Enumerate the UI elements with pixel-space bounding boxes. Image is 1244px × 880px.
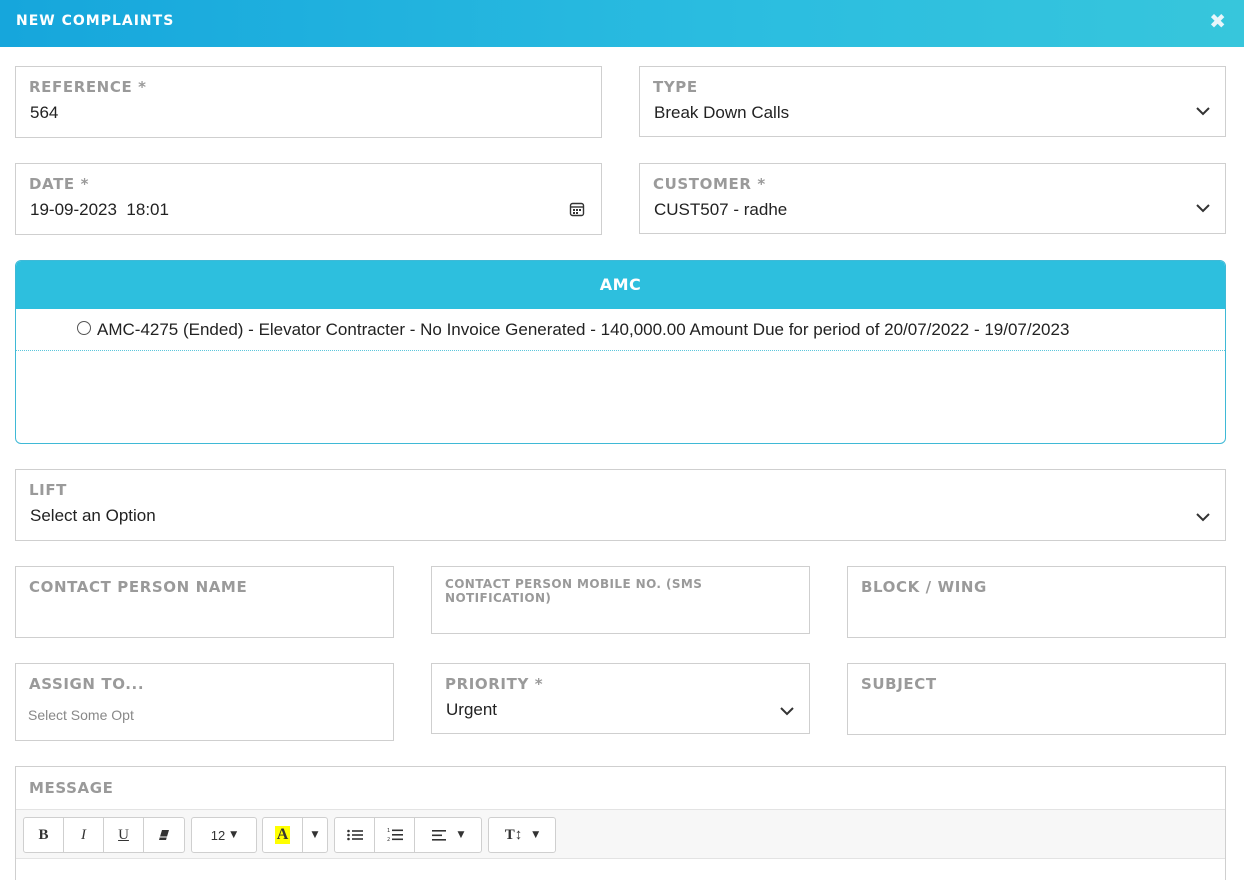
block-wing-field[interactable]: BLOCK / WING <box>847 566 1226 638</box>
bullet-list-icon <box>346 829 363 841</box>
highlight-dropdown[interactable]: ▼ <box>303 818 327 852</box>
chevron-down-icon[interactable] <box>1195 105 1211 117</box>
caret-down-icon: ▼ <box>457 830 465 840</box>
amc-option-row[interactable]: AMC-4275 (Ended) - Elevator Contracter -… <box>16 309 1225 351</box>
lift-label: LIFT <box>29 481 68 499</box>
date-input[interactable]: 19-09-2023 18:01 <box>30 200 169 220</box>
priority-select[interactable]: PRIORITY * Urgent <box>431 663 810 734</box>
customer-value: CUST507 - radhe <box>654 200 788 219</box>
assign-to-input[interactable]: Select Some Opt <box>28 707 134 723</box>
editor-toolbar: B I U 12 ▼ A ▼ 1 2 ▼ T↕ ▼ <box>16 809 1225 859</box>
assign-to-label: ASSIGN TO... <box>29 675 145 693</box>
close-icon[interactable]: ✖ <box>1209 9 1226 33</box>
contact-name-field[interactable]: CONTACT PERSON NAME <box>15 566 394 638</box>
chevron-down-icon[interactable] <box>1195 511 1211 523</box>
dialog-title: NEW COMPLAINTS <box>16 13 175 29</box>
assign-to-field[interactable]: ASSIGN TO... Select Some Opt <box>15 663 394 741</box>
customer-label: CUSTOMER * <box>653 175 766 193</box>
lift-value: Select an Option <box>30 506 156 525</box>
line-height-dropdown[interactable]: T↕ ▼ <box>489 818 555 852</box>
contact-name-label: CONTACT PERSON NAME <box>29 578 248 596</box>
bold-button[interactable]: B <box>24 818 64 852</box>
amc-option-label: AMC-4275 (Ended) - Elevator Contracter -… <box>97 320 1070 339</box>
caret-down-icon: ▼ <box>532 830 540 840</box>
svg-text:2: 2 <box>387 837 390 842</box>
align-left-icon <box>431 829 446 841</box>
eraser-icon <box>159 830 169 840</box>
message-label: MESSAGE <box>29 779 114 797</box>
style-button-group: B I U <box>23 817 185 853</box>
lift-select[interactable]: LIFT Select an Option <box>15 469 1226 541</box>
amc-title: AMC <box>16 261 1225 309</box>
message-editor: MESSAGE B I U 12 ▼ A ▼ 1 2 ▼ T↕ ▼ <box>15 766 1226 880</box>
subject-field[interactable]: SUBJECT <box>847 663 1226 735</box>
highlight-group: A ▼ <box>262 817 328 853</box>
type-label: TYPE <box>653 78 698 96</box>
customer-select[interactable]: CUSTOMER * CUST507 - radhe <box>639 163 1226 234</box>
svg-text:1: 1 <box>387 828 390 834</box>
line-height-icon: T↕ <box>504 826 523 843</box>
eraser-button[interactable] <box>144 818 184 852</box>
caret-down-icon: ▼ <box>230 830 238 840</box>
contact-mobile-label: CONTACT PERSON MOBILE NO. (SMS NOTIFICAT… <box>445 577 703 605</box>
contact-mobile-field[interactable]: CONTACT PERSON MOBILE NO. (SMS NOTIFICAT… <box>431 566 810 634</box>
numbered-list-icon: 1 2 <box>387 828 403 842</box>
subject-label: SUBJECT <box>861 675 937 693</box>
date-label: DATE * <box>29 175 90 193</box>
chevron-down-icon[interactable] <box>779 705 795 717</box>
align-dropdown[interactable]: ▼ <box>415 818 481 852</box>
block-wing-label: BLOCK / WING <box>861 578 987 596</box>
font-size-group: 12 ▼ <box>191 817 257 853</box>
reference-label: REFERENCE * <box>29 78 147 96</box>
italic-button[interactable]: I <box>64 818 104 852</box>
numbered-list-button[interactable]: 1 2 <box>375 818 415 852</box>
priority-value: Urgent <box>446 700 498 719</box>
font-size-value: 12 <box>210 827 226 843</box>
date-field[interactable]: DATE * 19-09-2023 18:01 <box>15 163 602 235</box>
chevron-down-icon[interactable] <box>1195 202 1211 214</box>
bullet-list-button[interactable] <box>335 818 375 852</box>
amc-panel: AMC AMC-4275 (Ended) - Elevator Contract… <box>15 260 1226 444</box>
calendar-icon[interactable] <box>569 201 585 217</box>
type-select[interactable]: TYPE Break Down Calls <box>639 66 1226 137</box>
line-height-group: T↕ ▼ <box>488 817 556 853</box>
highlight-button[interactable]: A <box>263 818 303 852</box>
reference-field[interactable]: REFERENCE * 564 <box>15 66 602 138</box>
highlight-icon: A <box>274 826 291 844</box>
priority-label: PRIORITY * <box>445 675 544 693</box>
list-align-group: 1 2 ▼ <box>334 817 482 853</box>
dialog-header: NEW COMPLAINTS ✖ <box>0 0 1244 47</box>
type-value: Break Down Calls <box>654 103 790 122</box>
reference-input[interactable]: 564 <box>30 103 58 123</box>
amc-radio[interactable] <box>77 321 91 335</box>
underline-button[interactable]: U <box>104 818 144 852</box>
caret-down-icon: ▼ <box>311 830 319 840</box>
font-size-dropdown[interactable]: 12 ▼ <box>192 818 256 852</box>
